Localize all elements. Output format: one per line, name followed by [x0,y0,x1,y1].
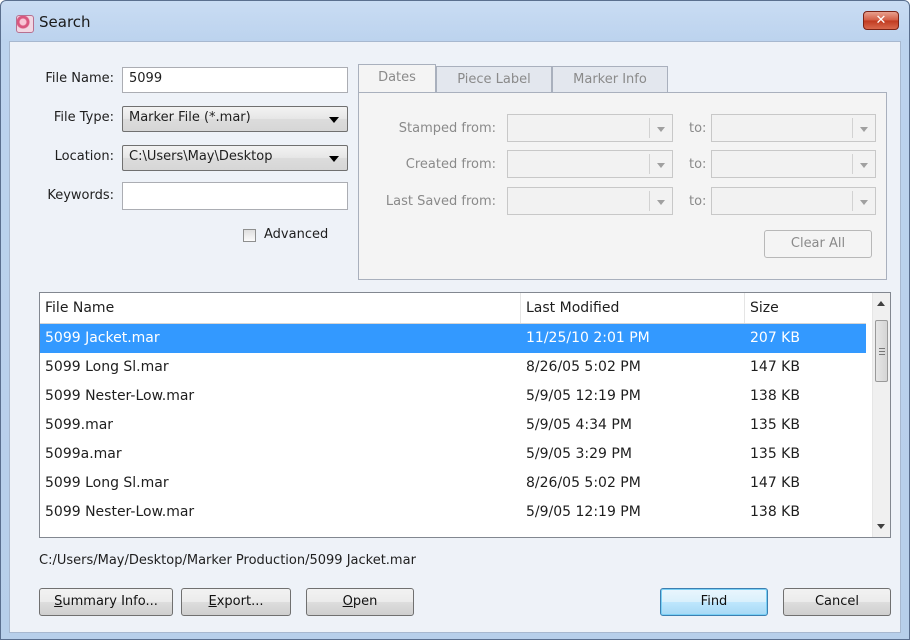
find-button[interactable]: Find [660,588,768,616]
created-from-select[interactable] [507,150,673,178]
export-button[interactable]: Export... [181,588,291,616]
location-value: C:\Users\May\Desktop [129,149,273,164]
chevron-down-icon [860,127,868,132]
file-type-label: File Type: [53,110,114,125]
advanced-label[interactable]: Advanced [264,227,328,242]
app-icon [16,15,34,33]
file-name-cell: 5099 Nester-Low.mar [45,388,195,404]
table-row[interactable]: 5099a.mar 5/9/05 3:29 PM 135 KB [40,440,866,469]
size-cell: 135 KB [750,446,800,462]
size-cell: 207 KB [750,330,800,346]
tab-marker-info[interactable]: Marker Info [552,66,668,94]
window-title: Search [39,13,91,31]
stamped-to-select[interactable] [711,114,876,142]
file-name-cell: 5099a.mar [45,446,122,462]
size-cell: 147 KB [750,359,800,375]
column-header-file-name[interactable]: File Name [40,293,521,323]
tab-dates[interactable]: Dates [358,64,436,95]
size-cell: 135 KB [750,417,800,433]
table-row[interactable]: 5099.mar 5/9/05 4:34 PM 135 KB [40,411,866,440]
size-cell: 147 KB [750,475,800,491]
file-name-cell: 5099.mar [45,417,114,433]
summary-info-button[interactable]: Summary Info... [39,588,173,616]
dialog-content: File Name: 5099 File Type: Marker File (… [9,41,901,633]
keywords-field[interactable] [122,182,348,210]
chevron-down-icon [860,163,868,168]
open-mnemonic: O [342,594,353,609]
keywords-label: Keywords: [47,188,114,203]
clear-all-button[interactable]: Clear All [764,230,872,258]
last-modified-cell: 5/9/05 12:19 PM [526,504,641,520]
file-type-select[interactable]: Marker File (*.mar) [122,106,348,132]
created-from-label: Created from: [405,157,496,172]
cancel-button[interactable]: Cancel [783,588,891,616]
file-name-cell: 5099 Jacket.mar [45,330,160,346]
last-saved-to-select[interactable] [711,187,876,215]
scroll-up-icon[interactable] [877,301,885,306]
last-saved-from-select[interactable] [507,187,673,215]
last-modified-cell: 11/25/10 2:01 PM [526,330,650,346]
scroll-down-icon[interactable] [877,524,885,529]
location-label: Location: [54,149,114,164]
last-modified-cell: 8/26/05 5:02 PM [526,359,641,375]
chevron-down-icon [657,163,665,168]
location-select[interactable]: C:\Users\May\Desktop [122,145,348,171]
summary-info-label: ummary Info... [62,594,158,609]
dates-panel: Stamped from: to: Created from: to: Last… [358,92,887,280]
table-row[interactable]: 5099 Long Sl.mar 8/26/05 5:02 PM 147 KB [40,353,866,382]
chevron-down-icon [329,156,339,162]
file-type-value: Marker File (*.mar) [129,110,251,125]
close-icon: ✕ [875,13,887,28]
chevron-down-icon [657,127,665,132]
file-name-cell: 5099 Nester-Low.mar [45,504,195,520]
last-saved-from-label: Last Saved from: [385,194,496,209]
file-name-field[interactable]: 5099 [122,67,348,93]
size-cell: 138 KB [750,504,800,520]
stamped-from-label: Stamped from: [398,121,496,136]
size-cell: 138 KB [750,388,800,404]
stamped-from-select[interactable] [507,114,673,142]
vertical-scrollbar[interactable] [872,293,890,537]
results-table: File Name Last Modified Size 5099 Jacket… [39,292,891,538]
tab-piece-label[interactable]: Piece Label [436,66,552,94]
table-row[interactable]: 5099 Nester-Low.mar 5/9/05 12:19 PM 138 KB [40,382,866,411]
chevron-down-icon [329,117,339,123]
last-modified-cell: 5/9/05 3:29 PM [526,446,632,462]
last-saved-to-label: to: [689,194,707,209]
column-header-size[interactable]: Size [745,293,866,323]
search-dialog: Search ✕ File Name: 5099 File Type: Mark… [0,0,910,640]
selected-file-path: C:/Users/May/Desktop/Marker Production/5… [39,553,416,568]
table-row[interactable]: 5099 Long Sl.mar 8/26/05 5:02 PM 147 KB [40,469,866,498]
file-name-cell: 5099 Long Sl.mar [45,475,169,491]
title-bar[interactable]: Search ✕ [1,1,909,41]
table-row[interactable]: 5099 Jacket.mar 11/25/10 2:01 PM 207 KB [40,324,866,353]
table-header: File Name Last Modified Size [40,293,866,324]
last-modified-cell: 8/26/05 5:02 PM [526,475,641,491]
chevron-down-icon [657,200,665,205]
file-name-cell: 5099 Long Sl.mar [45,359,169,375]
export-mnemonic: E [208,594,217,609]
column-header-last-modified[interactable]: Last Modified [521,293,745,323]
export-label: xport... [216,594,264,609]
open-label: pen [352,594,378,609]
close-button[interactable]: ✕ [863,11,899,30]
created-to-select[interactable] [711,150,876,178]
open-button[interactable]: Open [306,588,414,616]
last-modified-cell: 5/9/05 4:34 PM [526,417,632,433]
chevron-down-icon [860,200,868,205]
scroll-thumb[interactable] [875,320,888,382]
stamped-to-label: to: [689,121,707,136]
file-name-label: File Name: [45,71,114,86]
created-to-label: to: [689,157,707,172]
table-row[interactable]: 5099 Nester-Low.mar 5/9/05 12:19 PM 138 KB [40,498,866,527]
advanced-checkbox[interactable] [243,229,256,242]
last-modified-cell: 5/9/05 12:19 PM [526,388,641,404]
